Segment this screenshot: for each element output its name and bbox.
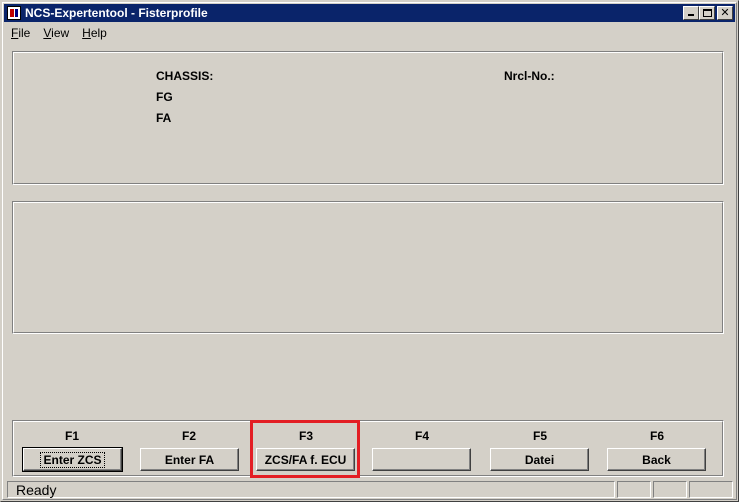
window-title: NCS-Expertentool - Fisterprofile: [25, 6, 208, 20]
enter-zcs-button[interactable]: Enter ZCS: [22, 447, 123, 472]
maximize-icon: [703, 9, 712, 17]
close-button[interactable]: ✕: [717, 6, 733, 20]
menu-view-label: iew: [51, 25, 70, 40]
back-button[interactable]: Back: [607, 448, 706, 471]
status-text: Ready: [7, 481, 615, 498]
menu-help-mnemonic: H: [82, 25, 91, 40]
f2-label: F2: [181, 429, 196, 443]
f4-label: F4: [414, 429, 429, 443]
menu-view[interactable]: View: [36, 26, 75, 40]
nrcl-no-label: Nrcl-No.:: [504, 69, 555, 83]
enter-fa-button[interactable]: Enter FA: [140, 448, 239, 471]
f3-label: F3: [298, 429, 313, 443]
fa-label: FA: [156, 111, 172, 125]
maximize-button[interactable]: [699, 6, 715, 20]
minimize-button[interactable]: [683, 6, 699, 20]
f5-label: F5: [532, 429, 547, 443]
fg-label: FG: [156, 90, 173, 104]
status-cell-1: [617, 481, 651, 498]
status-cell-2: [653, 481, 687, 498]
title-bar[interactable]: NCS-Expertentool - Fisterprofile ✕: [4, 4, 735, 22]
menu-view-mnemonic: V: [43, 25, 52, 40]
enter-zcs-label: Enter ZCS: [40, 451, 105, 468]
f6-label: F6: [649, 429, 664, 443]
close-icon: ✕: [720, 7, 730, 19]
vehicle-info-panel: CHASSIS: FG FA Nrcl-No.:: [12, 51, 724, 185]
menu-help-label: elp: [90, 25, 107, 40]
zcs-fa-ecu-button[interactable]: ZCS/FA f. ECU: [256, 448, 355, 471]
minimize-icon: [688, 14, 694, 16]
menu-bar: File View Help: [4, 23, 735, 42]
function-key-panel: F1 F2 F3 F4 F5 F6 Enter ZCS Enter FA ZCS…: [12, 420, 724, 477]
status-cell-3: [689, 481, 733, 498]
status-bar: Ready: [4, 480, 735, 499]
main-window: NCS-Expertentool - Fisterprofile ✕ File …: [0, 0, 739, 502]
window-controls: ✕: [683, 6, 733, 20]
f1-label: F1: [64, 429, 79, 443]
app-icon[interactable]: [7, 6, 21, 20]
datei-button[interactable]: Datei: [490, 448, 589, 471]
menu-help[interactable]: Help: [75, 26, 113, 40]
menu-file-label: ile: [18, 25, 31, 40]
output-panel: [12, 201, 724, 334]
f4-button[interactable]: [372, 448, 471, 471]
chassis-label: CHASSIS:: [156, 69, 214, 83]
menu-file[interactable]: File: [4, 26, 36, 40]
